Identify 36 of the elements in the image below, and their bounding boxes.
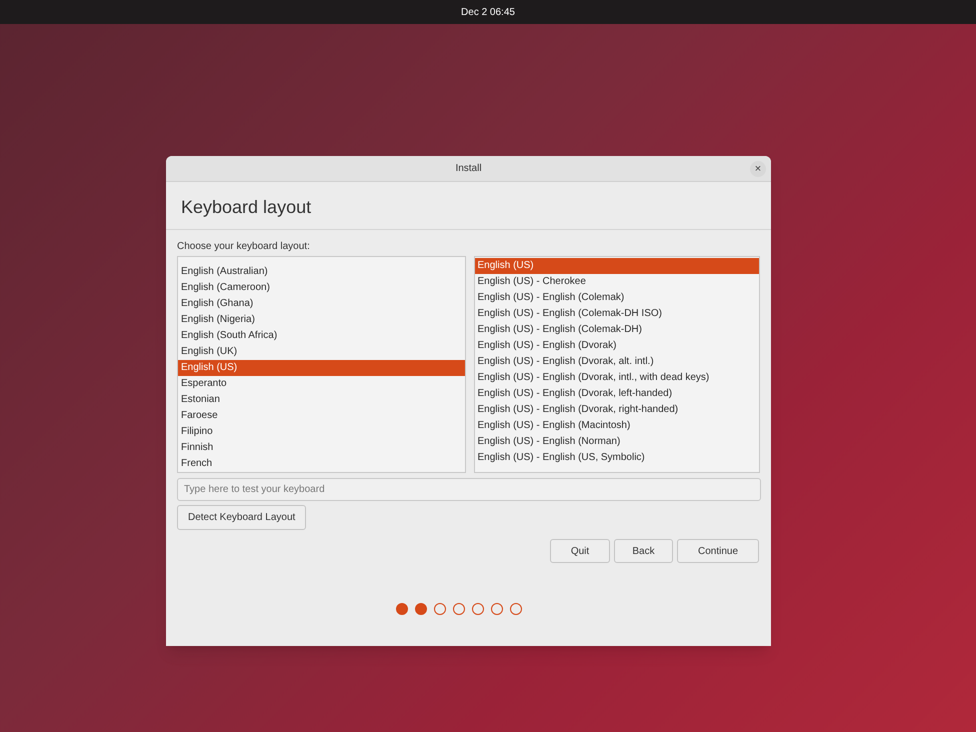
list-item[interactable]: English (South Africa) [178,328,464,344]
list-item[interactable]: English (US) [474,258,759,274]
list-item[interactable]: English (US) - Cherokee [474,274,759,290]
list-item[interactable]: Faroese [178,408,464,424]
back-button[interactable]: Back [614,539,673,563]
list-item[interactable]: English (US) - English (Dvorak, alt. intl.) [474,354,759,370]
list-item[interactable]: English (US) - English (Dvorak, left-handed) [474,386,759,402]
list-item[interactable]: Filipino [178,424,464,440]
window-title: Install [455,162,482,176]
list-item[interactable]: English (Cameroon) [178,280,464,296]
list-item[interactable]: English (Nigeria) [178,312,464,328]
quit-button[interactable]: Quit [550,539,610,563]
list-item[interactable]: Estonian [178,392,464,408]
list-item[interactable]: French [178,456,464,472]
list-item[interactable]: English (US) - English (US, Symbolic) [474,450,759,466]
list-item[interactable]: English (US) - English (Norman) [474,434,759,450]
list-item[interactable]: English (US) - English (Colemak-DH ISO) [474,306,759,322]
list-item[interactable]: Finnish [178,440,464,456]
list-item[interactable]: English (US) - English (Dvorak, intl., with dead keys) [474,370,759,386]
list-item[interactable]: English (Ghana) [178,296,464,312]
list-item[interactable]: English (US) - English (Macintosh) [474,418,759,434]
test-input-field[interactable]: Type here to test your keyboard [177,478,761,501]
list-item[interactable]: English (US) - English (Colemak) [474,290,759,306]
list-item[interactable]: English (US) - English (Dvorak) [474,338,759,354]
clock[interactable]: Dec 2 06:45 [461,4,515,20]
detect-layout-button[interactable]: Detect Keyboard Layout [177,505,306,530]
close-button[interactable]: × [750,161,766,177]
prompt-label: Choose your keyboard layout: [177,240,311,254]
continue-button[interactable]: Continue [677,539,759,563]
list-item[interactable]: Esperanto [178,376,464,392]
list-item[interactable]: English (US) - English (Colemak-DH) [474,322,759,338]
list-item[interactable]: English (Australian) [178,264,464,280]
list-item[interactable]: English (US) - English (Dvorak, right-handed) [474,402,759,418]
page-heading: Keyboard layout [181,196,312,219]
list-item[interactable]: English (UK) [178,344,464,360]
list-item[interactable]: English (US) [178,360,464,376]
